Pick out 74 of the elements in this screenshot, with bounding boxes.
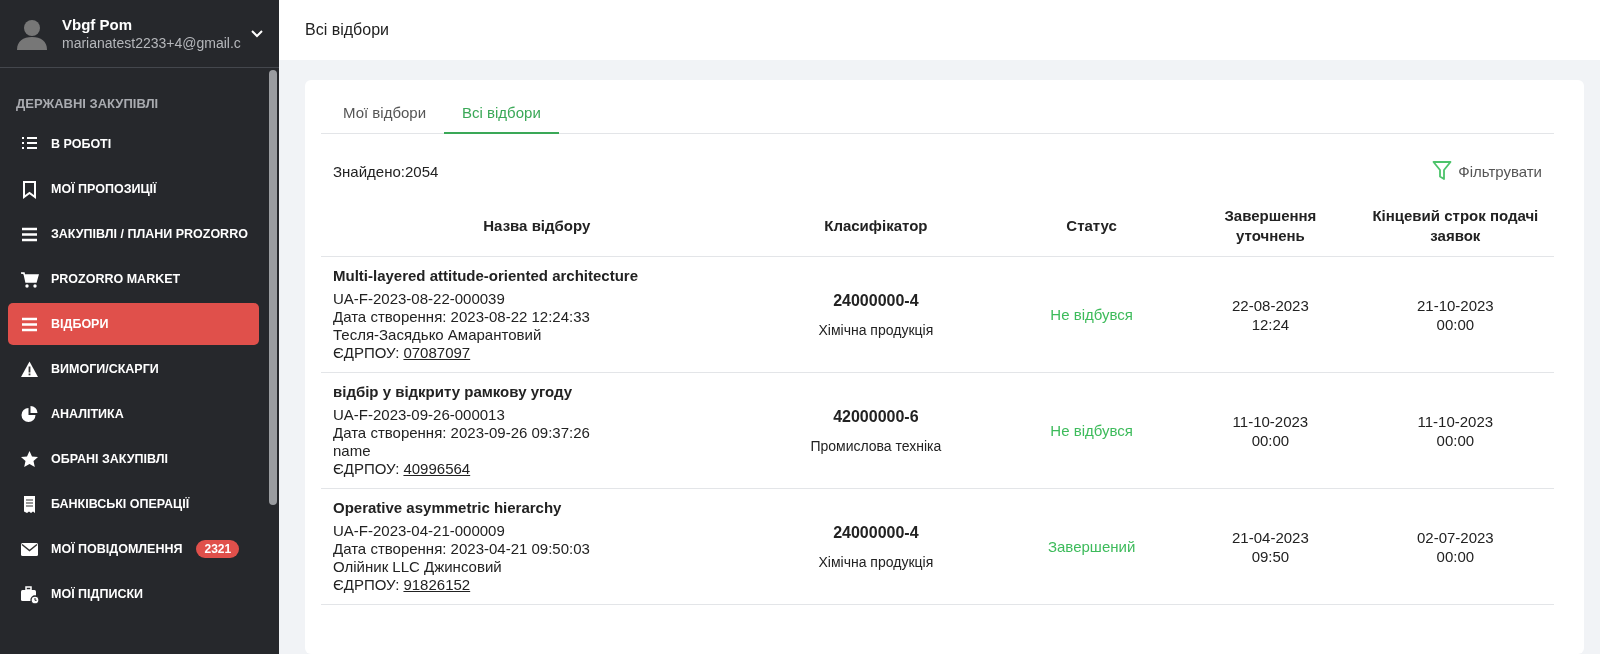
classifier-name: Промислова техніка: [809, 437, 943, 454]
date-text: 11-10-2023: [1416, 411, 1495, 431]
classifier-code: 24000000-4: [832, 291, 920, 310]
edrpou-label: ЄДРПОУ:: [333, 576, 400, 594]
count-badge: 2321: [196, 540, 240, 558]
sidebar-item[interactable]: МОЇ ПОВІДОМЛЕННЯ 2321: [8, 528, 259, 570]
sidebar-item-label: ЗАКУПІВЛІ / ПЛАНИ PROZORRO: [51, 227, 248, 241]
user-email: marianatest2233+4@gmail.c: [62, 35, 241, 51]
sidebar-item[interactable]: ОБРАНІ ЗАКУПІВЛІ: [8, 438, 259, 480]
selection-title: Multi-layered attitude-oriented architecture: [333, 267, 640, 284]
selection-id: UA-F-2023-04-21-000009: [333, 522, 506, 540]
column-header: Назва відбору: [483, 217, 591, 234]
date-text: 02-07-2023: [1416, 527, 1495, 547]
date-text: 21-10-2023: [1416, 295, 1495, 315]
sidebar-item-label: ВИМОГИ/СКАРГИ: [51, 362, 159, 376]
creation-date: Дата створення: 2023-04-21 09:50:03: [333, 540, 591, 558]
organization-name: name: [333, 442, 372, 460]
classifier-code: 24000000-4: [832, 523, 920, 542]
sidebar-item[interactable]: В РОБОТІ: [8, 123, 259, 165]
column-header: Завершення уточнень: [1224, 207, 1317, 244]
filter-button[interactable]: Фільтрувати: [1432, 160, 1542, 182]
date-text: 21-04-2023: [1231, 527, 1310, 547]
sidebar-item[interactable]: ВІДБОРИ: [8, 303, 259, 345]
selection-title: відбір у відкриту рамкову угоду: [333, 383, 574, 400]
edrpou-link[interactable]: 91826152: [403, 576, 471, 594]
sidebar-item[interactable]: МОЇ ПРОПОЗИЦІЇ: [8, 168, 259, 210]
edrpou-label: ЄДРПОУ:: [333, 344, 400, 362]
status-text: Не відбувся: [1050, 306, 1133, 323]
sidebar-item[interactable]: PROZORRO MARKET: [8, 258, 259, 300]
status-text: Завершений: [1047, 538, 1136, 555]
user-name: Vbgf Pom: [62, 16, 133, 33]
time-text: 09:50: [1250, 546, 1291, 566]
section-heading: ДЕРЖАВНІ ЗАКУПІВЛІ: [15, 95, 160, 113]
classifier-name: Хімічна продукція: [817, 553, 935, 570]
tab[interactable]: Мої відбори: [325, 90, 445, 134]
selection-id: UA-F-2023-08-22-000039: [333, 290, 506, 308]
sidebar-item[interactable]: МОЇ ПІДПИСКИ: [8, 573, 259, 615]
date-text: 22-08-2023: [1231, 295, 1310, 315]
creation-date: Дата створення: 2023-09-26 09:37:26: [333, 424, 591, 442]
organization-name: Олійник LLC Джинсовий: [333, 558, 503, 576]
sidebar-item[interactable]: АНАЛІТИКА: [8, 393, 259, 435]
time-text: 00:00: [1435, 314, 1476, 334]
sidebar-item-label: МОЇ ПОВІДОМЛЕННЯ: [51, 542, 183, 556]
column-header: Статус: [1066, 217, 1117, 234]
classifier-name: Хімічна продукція: [817, 321, 935, 338]
sidebar-item[interactable]: ЗАКУПІВЛІ / ПЛАНИ PROZORRO: [8, 213, 259, 255]
sidebar-item-label: ОБРАНІ ЗАКУПІВЛІ: [51, 452, 168, 466]
sidebar-item[interactable]: БАНКІВСЬКІ ОПЕРАЦІЇ: [8, 483, 259, 525]
column-header: Кінцевий строк подачі заявок: [1372, 207, 1539, 244]
sidebar-item[interactable]: ВИМОГИ/СКАРГИ: [8, 348, 259, 390]
organization-name: Тесля-Засядько Амарантовий: [333, 326, 543, 344]
date-text: 11-10-2023: [1231, 411, 1310, 431]
time-text: 00:00: [1435, 430, 1476, 450]
time-text: 00:00: [1435, 546, 1476, 566]
classifier-code: 42000000-6: [832, 407, 920, 426]
creation-date: Дата створення: 2023-08-22 12:24:33: [333, 308, 591, 326]
sidebar-item-label: PROZORRO MARKET: [51, 272, 181, 286]
sidebar-item-label: МОЇ ПРОПОЗИЦІЇ: [51, 182, 157, 196]
sidebar-item-label: БАНКІВСЬКІ ОПЕРАЦІЇ: [51, 497, 190, 511]
sidebar-item-label: ВІДБОРИ: [51, 317, 109, 331]
sidebar-item-label: МОЇ ПІДПИСКИ: [51, 587, 144, 601]
status-text: Не відбувся: [1050, 422, 1133, 439]
page-title: Всі відбори: [305, 21, 389, 39]
time-text: 12:24: [1250, 314, 1291, 334]
results-count: Знайдено:2054: [333, 162, 439, 180]
column-header: Класифікатор: [824, 217, 928, 234]
sidebar-item-label: В РОБОТІ: [51, 137, 112, 151]
selection-title: Operative asymmetric hierarchy: [333, 499, 563, 516]
edrpou-link[interactable]: 40996564: [403, 460, 471, 478]
selection-id: UA-F-2023-09-26-000013: [333, 406, 506, 424]
time-text: 00:00: [1250, 430, 1291, 450]
edrpou-label: ЄДРПОУ:: [333, 460, 400, 478]
sidebar-item-label: АНАЛІТИКА: [51, 407, 124, 421]
edrpou-link[interactable]: 07087097: [403, 344, 471, 362]
